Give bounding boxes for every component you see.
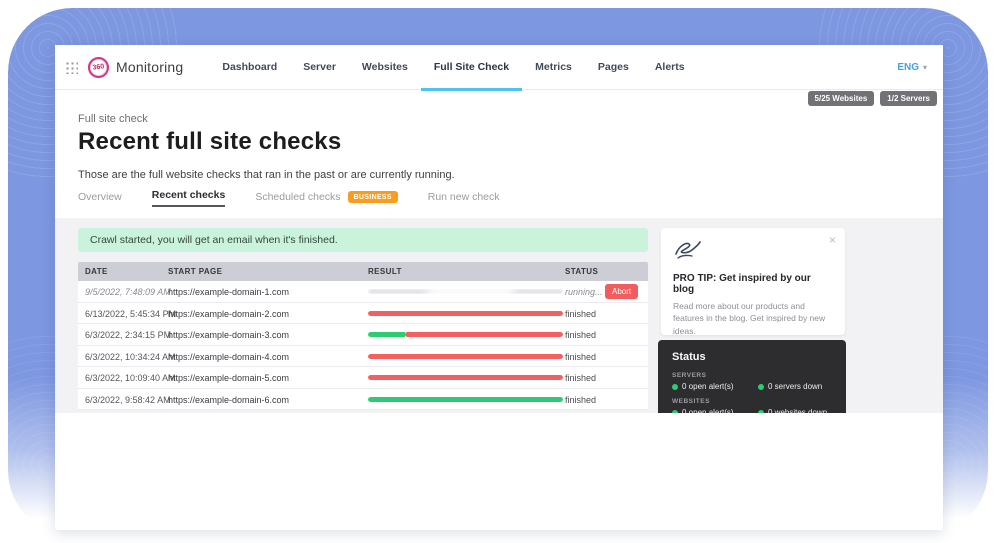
sub-tabs: Overview Recent checks Scheduled checks … bbox=[78, 178, 918, 218]
nav-item-full-site-check[interactable]: Full Site Check bbox=[421, 45, 522, 90]
tab-run-new-check[interactable]: Run new check bbox=[428, 191, 500, 205]
tab-overview[interactable]: Overview bbox=[78, 191, 122, 205]
col-header-date: DATE bbox=[85, 267, 108, 276]
websites-counter-badge[interactable]: 5/25 Websites bbox=[808, 91, 875, 106]
cell-date: 9/5/2022, 7:48:09 AM bbox=[85, 287, 171, 297]
status-panel-title: Status bbox=[672, 351, 832, 363]
nav-item-server[interactable]: Server bbox=[290, 45, 349, 90]
cell-start-page: https://example-domain-1.com bbox=[168, 287, 289, 297]
status-section-servers-label: SERVERS bbox=[672, 372, 832, 379]
green-status-dot-icon bbox=[758, 410, 764, 414]
table-header-row: DATE START PAGE RESULT STATUS bbox=[78, 262, 648, 281]
nav-item-dashboard[interactable]: Dashboard bbox=[209, 45, 290, 90]
cell-status: finished bbox=[565, 330, 596, 340]
progress-bar bbox=[368, 397, 563, 402]
tab-scheduled-checks[interactable]: Scheduled checks BUSINESS bbox=[255, 191, 397, 205]
success-alert: Crawl started, you will get an email whe… bbox=[78, 228, 648, 252]
cell-date: 6/3/2022, 2:34:15 PM bbox=[85, 330, 171, 340]
status-item-label: 0 servers down bbox=[768, 382, 822, 391]
usage-counters: 5/25 Websites 1/2 Servers bbox=[808, 91, 937, 106]
alert-message: Crawl started, you will get an email whe… bbox=[90, 234, 338, 246]
cell-start-page: https://example-domain-4.com bbox=[168, 352, 289, 362]
status-panel: Status SERVERS 0 open alert(s) 0 servers… bbox=[658, 340, 846, 413]
status-item-label: 0 open alert(s) bbox=[682, 408, 734, 413]
status-item: 0 websites down bbox=[758, 408, 832, 413]
table-row[interactable]: 6/3/2022, 10:34:24 AM https://example-do… bbox=[78, 346, 648, 368]
brand-name: Monitoring bbox=[116, 59, 183, 75]
cell-start-page: https://example-domain-2.com bbox=[168, 309, 289, 319]
nav-item-pages[interactable]: Pages bbox=[585, 45, 642, 90]
cell-date: 6/3/2022, 9:58:42 AM bbox=[85, 395, 171, 405]
nav-item-alerts[interactable]: Alerts bbox=[642, 45, 698, 90]
tab-scheduled-label: Scheduled checks bbox=[255, 191, 340, 203]
progress-error-segment bbox=[405, 332, 563, 337]
progress-track-blurred bbox=[368, 289, 563, 294]
status-item-label: 0 websites down bbox=[768, 408, 827, 413]
status-section-servers: 0 open alert(s) 0 servers down bbox=[672, 382, 832, 391]
progress-error-segment bbox=[368, 354, 563, 359]
col-header-start-page: START PAGE bbox=[168, 267, 222, 276]
top-navbar: 360 Monitoring Dashboard Server Websites… bbox=[55, 45, 943, 90]
marketing-canvas: 360 Monitoring Dashboard Server Websites… bbox=[0, 0, 997, 543]
progress-success-segment bbox=[368, 332, 405, 337]
pro-tip-body: Read more about our products and feature… bbox=[673, 300, 833, 337]
col-header-status: STATUS bbox=[565, 267, 598, 276]
progress-bar bbox=[368, 332, 563, 337]
progress-error-segment bbox=[368, 311, 563, 316]
col-header-result: RESULT bbox=[368, 267, 402, 276]
table-row[interactable]: 6/3/2022, 10:09:40 AM https://example-do… bbox=[78, 367, 648, 389]
nav-item-metrics[interactable]: Metrics bbox=[522, 45, 585, 90]
language-selector[interactable]: ENG ▾ bbox=[897, 62, 927, 73]
status-section-websites-label: WEBSITES bbox=[672, 398, 832, 405]
nav-item-websites[interactable]: Websites bbox=[349, 45, 421, 90]
table-row[interactable]: 9/5/2022, 7:48:09 AM https://example-dom… bbox=[78, 281, 648, 303]
pro-tip-title: PRO TIP: Get inspired by our blog bbox=[673, 273, 833, 295]
cell-start-page: https://example-domain-5.com bbox=[168, 373, 289, 383]
table-row[interactable]: 6/13/2022, 5:45:34 PM https://example-do… bbox=[78, 303, 648, 325]
green-status-dot-icon bbox=[672, 410, 678, 414]
progress-bar bbox=[368, 354, 563, 359]
cell-date: 6/3/2022, 10:09:40 AM bbox=[85, 373, 176, 383]
cell-status: finished bbox=[565, 309, 596, 319]
status-item: 0 open alert(s) bbox=[672, 382, 758, 391]
app-grid-icon[interactable] bbox=[65, 61, 78, 74]
language-label: ENG bbox=[897, 62, 919, 73]
close-icon[interactable]: × bbox=[829, 233, 836, 247]
table-row[interactable]: 6/3/2022, 2:34:15 PM https://example-dom… bbox=[78, 324, 648, 346]
status-item: 0 open alert(s) bbox=[672, 408, 758, 413]
green-status-dot-icon bbox=[758, 384, 764, 390]
progress-bar bbox=[368, 289, 563, 294]
progress-error-segment bbox=[368, 375, 563, 380]
tab-recent-checks[interactable]: Recent checks bbox=[152, 189, 226, 207]
app-window: 360 Monitoring Dashboard Server Websites… bbox=[55, 45, 943, 530]
status-item-label: 0 open alert(s) bbox=[682, 382, 734, 391]
content-section: Crawl started, you will get an email whe… bbox=[55, 218, 943, 413]
table-row[interactable]: 6/3/2022, 9:58:42 AM https://example-dom… bbox=[78, 389, 648, 411]
abort-button[interactable]: Abort bbox=[605, 284, 638, 299]
cell-start-page: https://example-domain-3.com bbox=[168, 330, 289, 340]
pro-tip-card: × PRO TIP: Get inspired by our blog Read… bbox=[661, 228, 845, 335]
doodle-sketch-icon bbox=[673, 238, 703, 262]
servers-counter-badge[interactable]: 1/2 Servers bbox=[880, 91, 937, 106]
checks-table: DATE START PAGE RESULT STATUS 9/5/2022, … bbox=[78, 262, 648, 410]
breadcrumb: Full site check bbox=[78, 113, 148, 125]
cell-date: 6/3/2022, 10:34:24 AM bbox=[85, 352, 176, 362]
cell-date: 6/13/2022, 5:45:34 PM bbox=[85, 309, 176, 319]
status-section-websites: 0 open alert(s) 0 websites down bbox=[672, 408, 832, 413]
cell-status: finished bbox=[565, 373, 596, 383]
business-plan-badge: BUSINESS bbox=[348, 191, 398, 203]
page-title: Recent full site checks bbox=[78, 128, 341, 156]
progress-success-segment bbox=[368, 397, 563, 402]
chevron-down-icon: ▾ bbox=[923, 63, 927, 72]
cell-start-page: https://example-domain-6.com bbox=[168, 395, 289, 405]
brand-logo-360[interactable]: 360 bbox=[87, 55, 111, 79]
status-item: 0 servers down bbox=[758, 382, 832, 391]
progress-bar bbox=[368, 311, 563, 316]
nav-menu: Dashboard Server Websites Full Site Chec… bbox=[209, 45, 697, 90]
progress-bar bbox=[368, 375, 563, 380]
green-status-dot-icon bbox=[672, 384, 678, 390]
cell-status: finished bbox=[565, 352, 596, 362]
cell-status: finished bbox=[565, 395, 596, 405]
